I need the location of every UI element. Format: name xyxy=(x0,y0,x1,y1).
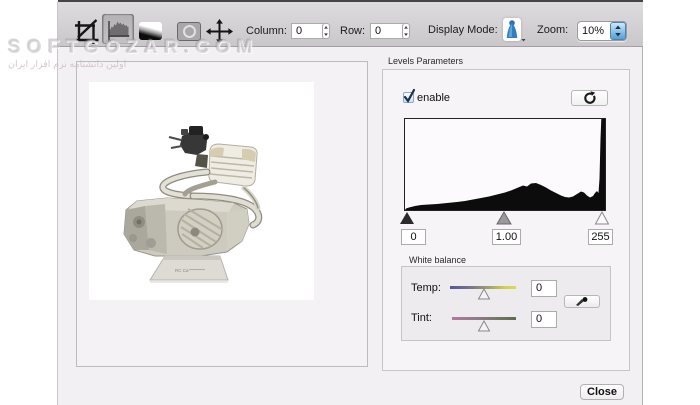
svg-text:RC Ca: RC Ca xyxy=(175,268,189,273)
